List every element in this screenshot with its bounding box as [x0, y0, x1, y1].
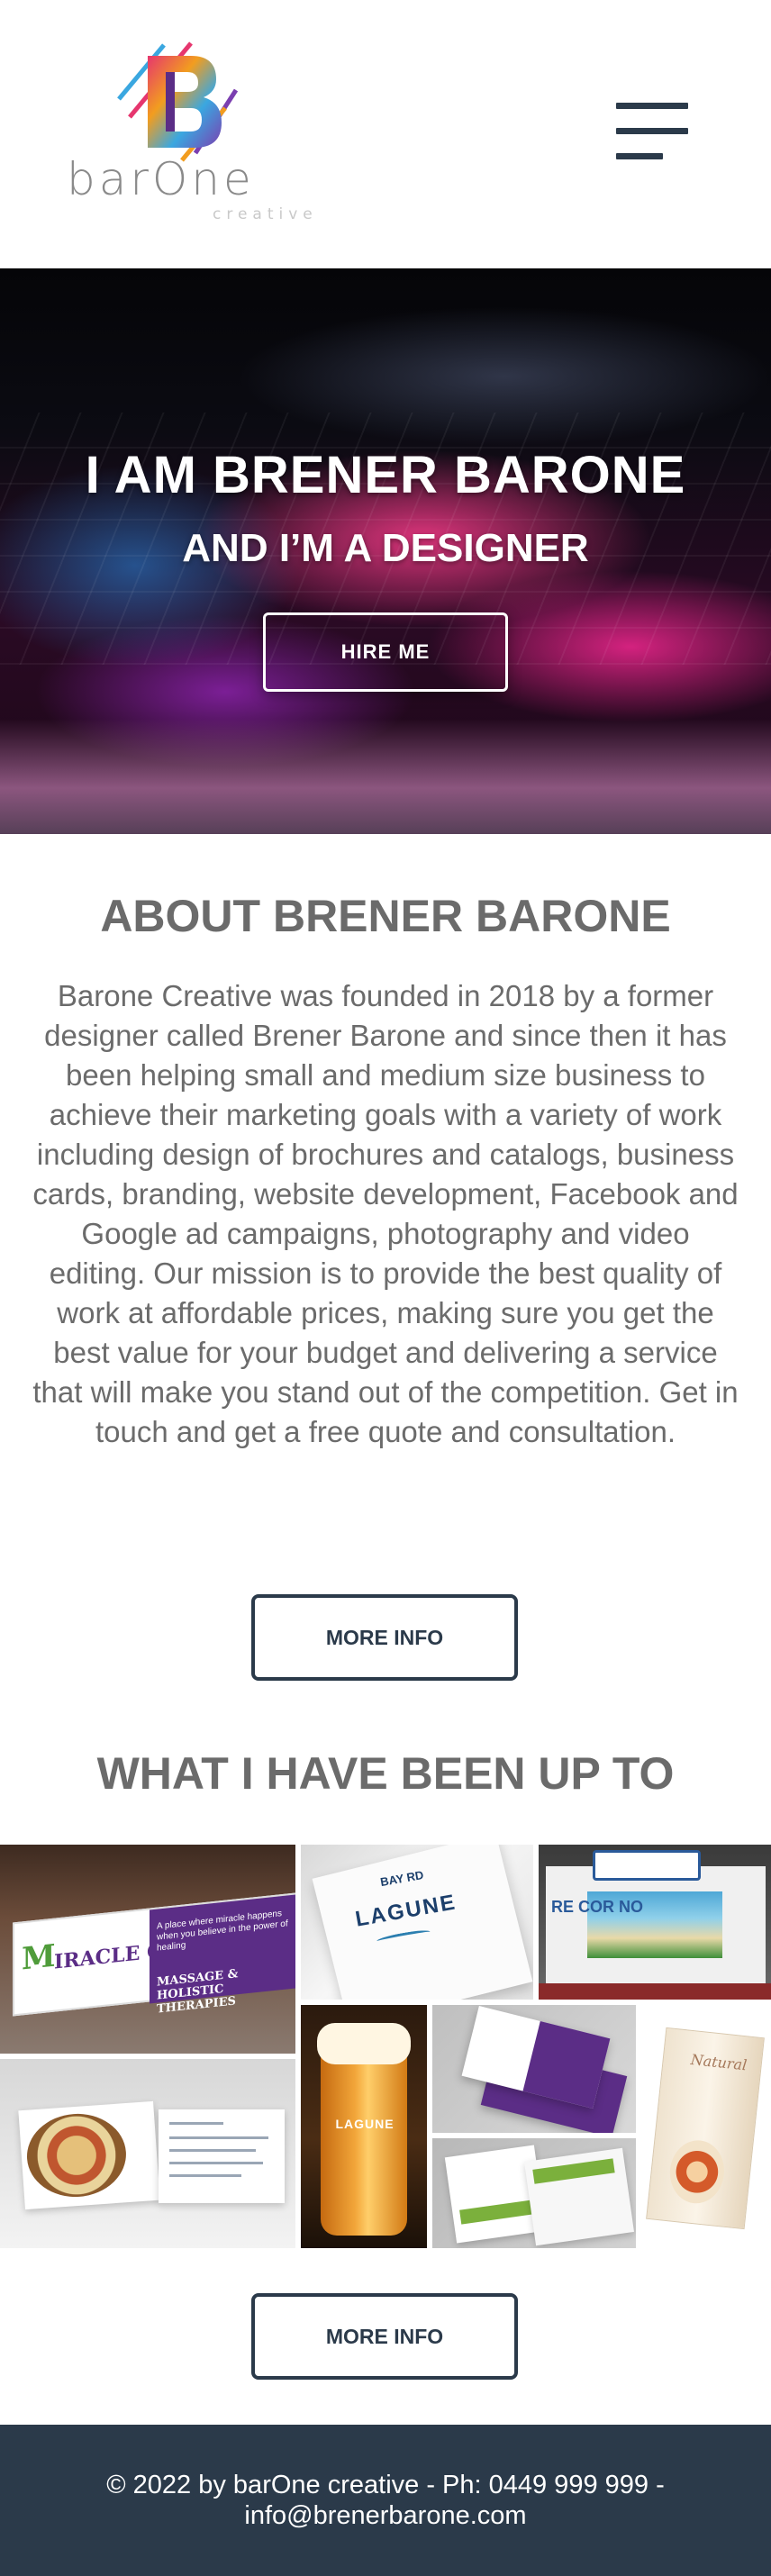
menu-line: [616, 128, 688, 134]
package-box: Natural: [646, 2027, 765, 2230]
miracle-logo-mark: M: [22, 1937, 56, 1978]
logo-b-mark-icon: [117, 41, 239, 162]
logo-wordmark: barOne: [67, 153, 255, 205]
portfolio-gallery: M IRACLE ORKERS A place where miracle ha…: [0, 1845, 771, 2248]
text-line: [169, 2162, 263, 2164]
about-body: Barone Creative was founded in 2018 by a…: [32, 979, 739, 1448]
about-more-info-button[interactable]: MORE INFO: [251, 1594, 518, 1681]
menu-line: [616, 103, 688, 109]
paper-mockup: [312, 1845, 533, 2000]
stand-floor: [539, 1983, 771, 2000]
stand-header-sign: [593, 1850, 701, 1881]
gallery-item-beer-glass[interactable]: LAGUNE: [301, 2005, 427, 2248]
text-line: [169, 2149, 256, 2152]
site-header: barOne creative: [0, 0, 771, 268]
laptop-screen-glow: [0, 719, 771, 834]
hero-subtitle: AND I’M A DESIGNER: [182, 526, 589, 570]
text-line: [169, 2174, 241, 2177]
footer-contact: © 2022 by barOne creative - Ph: 0449 999…: [106, 2471, 665, 2530]
barone-logo[interactable]: barOne creative: [63, 36, 313, 234]
hamburger-menu-icon[interactable]: [616, 99, 690, 166]
flyer-pizza: [18, 2100, 160, 2210]
gallery-item-brochure[interactable]: [432, 2138, 636, 2248]
pizza-image: [23, 2110, 130, 2200]
hero-title: I AM BRENER BARONE: [85, 446, 686, 504]
about-title: ABOUT BRENER BARONE: [100, 891, 671, 941]
shop-sign: M IRACLE ORKERS A place where miracle ha…: [13, 1892, 295, 2017]
gallery-item-miracle-workers-sign[interactable]: M IRACLE ORKERS A place where miracle ha…: [0, 1845, 295, 2054]
package-title: Natural: [689, 2050, 748, 2074]
text-line: [169, 2122, 223, 2125]
gallery-item-business-cards[interactable]: [432, 2005, 636, 2133]
hero-banner: I AM BRENER BARONE AND I’M A DESIGNER HI…: [0, 268, 771, 834]
brochure-band: [532, 2158, 615, 2184]
site-footer: © 2022 by barOne creative - Ph: 0449 999…: [0, 2425, 771, 2576]
text-line: [169, 2136, 268, 2139]
gallery-item-lagune-logo[interactable]: BAY RD LAGUNE: [301, 1845, 533, 2000]
logo-subtext: creative: [213, 205, 318, 223]
work-more-info-button[interactable]: MORE INFO: [251, 2293, 518, 2380]
brochure-page-right: [523, 2147, 635, 2246]
flyer-text: [159, 2109, 285, 2203]
gallery-item-packaging[interactable]: Natural: [641, 2005, 771, 2248]
gallery-item-exhibition-stand[interactable]: RE COR NO: [539, 1845, 771, 2000]
stand-text: RE COR NO: [551, 1898, 644, 1916]
beer-foam: [317, 2023, 411, 2064]
menu-line: [616, 153, 663, 159]
flower-image: [667, 2137, 728, 2207]
work-title: WHAT I HAVE BEEN UP TO: [96, 1748, 675, 1799]
hire-me-button[interactable]: HIRE ME: [263, 612, 508, 692]
beer-label: LAGUNE: [335, 2117, 395, 2131]
gallery-item-menu-flyers[interactable]: [0, 2059, 295, 2248]
